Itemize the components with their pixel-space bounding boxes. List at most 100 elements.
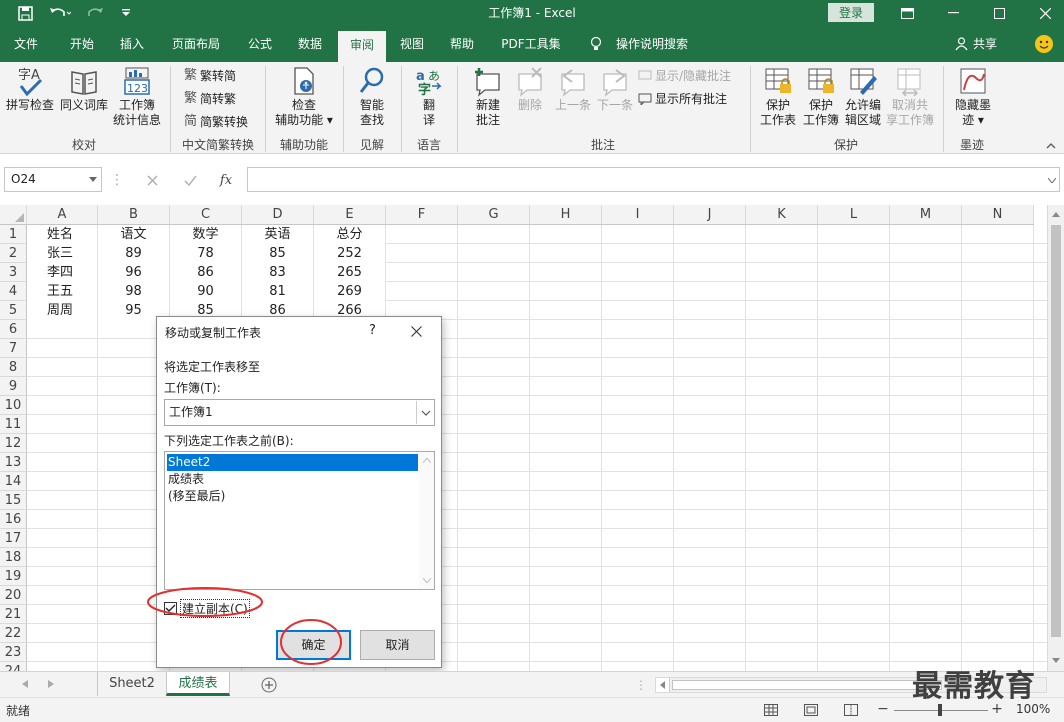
dialog-help-button[interactable]: ? (369, 323, 376, 338)
tab-file[interactable]: 文件 (4, 26, 48, 62)
column-header-f[interactable]: F (386, 205, 458, 225)
redo-icon[interactable] (82, 0, 112, 26)
row-header-8[interactable]: 8 (0, 358, 27, 377)
scroll-down-icon[interactable] (1048, 651, 1064, 669)
vertical-scroll-thumb[interactable] (1051, 225, 1061, 637)
row-header-7[interactable]: 7 (0, 339, 27, 358)
row-header-20[interactable]: 20 (0, 586, 27, 605)
column-header-i[interactable]: I (602, 205, 674, 225)
row-header-17[interactable]: 17 (0, 529, 27, 548)
collapse-ribbon-icon[interactable] (1044, 140, 1058, 152)
simp-to-trad-button[interactable]: 繁简转繁 (184, 91, 236, 107)
next-sheet-icon[interactable] (44, 676, 58, 692)
tab-formulas[interactable]: 公式 (238, 26, 282, 62)
column-header-j[interactable]: J (674, 205, 746, 225)
horizontal-scroll-thumb[interactable] (672, 680, 942, 690)
cell-b2[interactable]: 89 (98, 244, 169, 263)
cell-a5[interactable]: 周周 (27, 301, 97, 320)
row-header-9[interactable]: 9 (0, 377, 27, 396)
row-header-23[interactable]: 23 (0, 643, 27, 662)
column-header-g[interactable]: G (458, 205, 530, 225)
tab-home[interactable]: 开始 (60, 26, 104, 62)
maximize-icon[interactable] (982, 0, 1016, 26)
column-header-n[interactable]: N (962, 205, 1034, 225)
previous-comment-button[interactable]: 上一条 (552, 66, 594, 113)
translate-button[interactable]: aあ字 翻 译 (408, 66, 450, 128)
cell-d2[interactable]: 85 (242, 244, 313, 263)
row-header-19[interactable]: 19 (0, 567, 27, 586)
column-header-l[interactable]: L (818, 205, 890, 225)
tab-insert[interactable]: 插入 (110, 26, 154, 62)
column-header-h[interactable]: H (530, 205, 602, 225)
save-icon[interactable] (14, 0, 36, 26)
cell-e3[interactable]: 265 (314, 263, 385, 282)
chinese-conversion-button[interactable]: 简简繁转换 (184, 114, 248, 130)
minimize-icon[interactable] (936, 0, 970, 26)
hide-ink-button[interactable]: 隐藏墨 迹 ▾ (950, 66, 996, 128)
cell-e4[interactable]: 269 (314, 282, 385, 301)
column-header-m[interactable]: M (890, 205, 962, 225)
login-button[interactable]: 登录 (828, 3, 874, 22)
new-comment-button[interactable]: 新建 批注 (464, 66, 512, 128)
cell-d3[interactable]: 83 (242, 263, 313, 282)
allow-edit-ranges-button[interactable]: 允许编 辑区域 (842, 66, 884, 128)
row-header-2[interactable]: 2 (0, 244, 27, 263)
cell-a4[interactable]: 王五 (27, 282, 97, 301)
expand-formula-bar-icon[interactable] (1046, 172, 1058, 188)
normal-view-icon[interactable] (762, 702, 780, 718)
close-window-icon[interactable] (1028, 0, 1062, 26)
cell-b1[interactable]: 语文 (98, 225, 169, 244)
vertical-scrollbar[interactable] (1047, 205, 1064, 671)
row-header-4[interactable]: 4 (0, 282, 27, 301)
tab-help[interactable]: 帮助 (440, 26, 484, 62)
listbox-scrollbar[interactable] (419, 452, 434, 589)
workbook-statistics-button[interactable]: 123 工作簿 统计信息 (112, 66, 162, 128)
cell-c3[interactable]: 86 (170, 263, 241, 282)
workbook-select[interactable]: 工作簿1 (164, 399, 435, 426)
row-header-1[interactable]: 1 (0, 225, 27, 244)
column-header-a[interactable]: A (27, 205, 98, 225)
cell-e2[interactable]: 252 (314, 244, 385, 263)
formula-input[interactable] (247, 167, 1060, 192)
spell-check-button[interactable]: 字A 拼写检查 (4, 66, 56, 113)
list-item[interactable]: (移至最后) (167, 488, 418, 505)
row-header-18[interactable]: 18 (0, 548, 27, 567)
listbox-scroll-up-icon[interactable] (419, 454, 434, 466)
check-accessibility-button[interactable]: 检查 辅助功能 ▾ (272, 66, 336, 128)
zoom-slider-thumb[interactable] (938, 704, 942, 716)
sheet-listbox[interactable]: Sheet2 成绩表 (移至最后) (164, 451, 435, 590)
cell-d4[interactable]: 81 (242, 282, 313, 301)
smiley-feedback-icon[interactable] (1032, 26, 1056, 62)
tab-review[interactable]: 审阅 (338, 31, 386, 62)
cell-c2[interactable]: 78 (170, 244, 241, 263)
undo-icon[interactable] (44, 0, 76, 26)
zoom-out-icon[interactable]: − (876, 701, 890, 717)
protect-sheet-button[interactable]: 保护 工作表 (756, 66, 800, 128)
column-header-k[interactable]: K (746, 205, 818, 225)
row-header-16[interactable]: 16 (0, 510, 27, 529)
cell-a3[interactable]: 李四 (27, 263, 97, 282)
column-header-b[interactable]: B (98, 205, 170, 225)
tab-scroll-grip-icon[interactable]: ⋮ (635, 677, 647, 693)
page-break-view-icon[interactable] (842, 702, 860, 718)
row-header-5[interactable]: 5 (0, 301, 27, 320)
row-header-21[interactable]: 21 (0, 605, 27, 624)
row-header-22[interactable]: 22 (0, 624, 27, 643)
next-comment-button[interactable]: 下一条 (594, 66, 636, 113)
ribbon-display-options-icon[interactable] (890, 0, 924, 26)
show-all-comments-button[interactable]: 显示所有批注 (638, 91, 727, 107)
row-header-12[interactable]: 12 (0, 434, 27, 453)
share-person-icon[interactable] (952, 26, 970, 62)
cell-b3[interactable]: 96 (98, 263, 169, 282)
column-header-e[interactable]: E (314, 205, 386, 225)
row-header-11[interactable]: 11 (0, 415, 27, 434)
trad-to-simp-button[interactable]: 繁繁转简 (184, 68, 236, 84)
unshare-workbook-button[interactable]: 取消共 享工作簿 (884, 66, 936, 128)
row-header-13[interactable]: 13 (0, 453, 27, 472)
list-item[interactable]: 成绩表 (167, 471, 418, 488)
row-header-14[interactable]: 14 (0, 472, 27, 491)
row-header-6[interactable]: 6 (0, 320, 27, 339)
cancel-entry-icon[interactable] (140, 170, 164, 190)
tab-pdf-tools[interactable]: PDF工具集 (496, 26, 566, 62)
cell-d1[interactable]: 英语 (242, 225, 313, 244)
